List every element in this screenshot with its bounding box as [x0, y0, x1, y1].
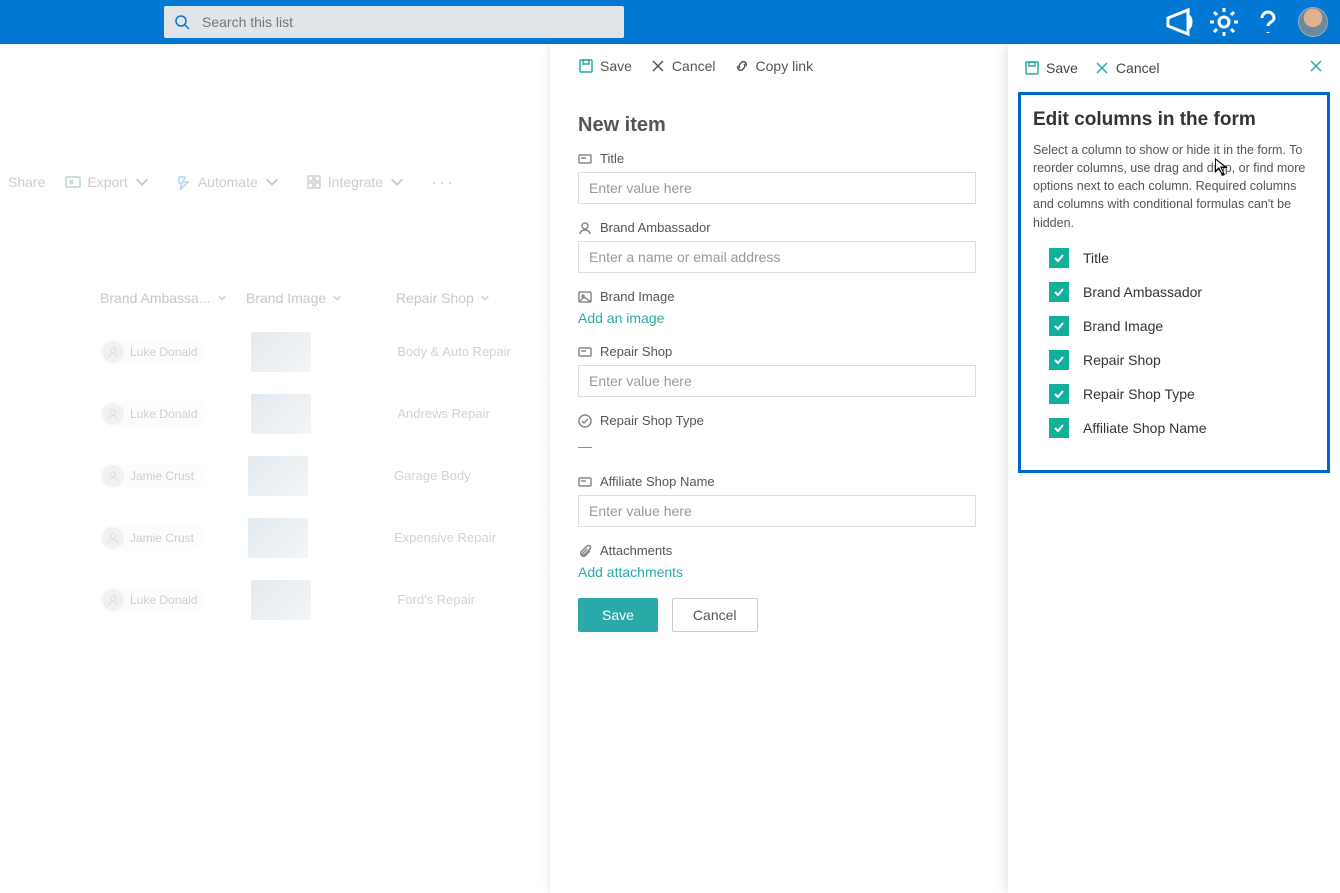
- repair-shop-cell: Body & Auto Repair: [397, 344, 510, 359]
- person-name: Luke Donald: [130, 345, 197, 359]
- share-button[interactable]: Share: [8, 174, 45, 190]
- field-label-brand-ambassador: Brand Ambassador: [578, 220, 976, 235]
- edit-columns-toolbar: Save Cancel: [1008, 44, 1340, 92]
- help-icon[interactable]: [1252, 6, 1284, 38]
- column-checkbox-item[interactable]: Brand Image: [1033, 316, 1315, 336]
- panel-save-button[interactable]: Save: [578, 58, 632, 74]
- field-label-repair-shop: Repair Shop: [578, 344, 976, 359]
- chevron-down-icon: [389, 174, 405, 190]
- col-header-repair-shop[interactable]: Repair Shop: [396, 290, 546, 306]
- repair-shop-cell: Andrews Repair: [397, 406, 490, 421]
- integrate-button[interactable]: Integrate: [306, 174, 411, 190]
- repair-shop-type-value[interactable]: —: [578, 434, 976, 458]
- field-label-brand-image: Brand Image: [578, 289, 976, 304]
- repair-shop-input[interactable]: [578, 365, 976, 397]
- column-name-label: Title: [1083, 250, 1109, 266]
- col-header-brand-ambassador[interactable]: Brand Ambassa...: [100, 290, 246, 306]
- column-checkbox-item[interactable]: Brand Ambassador: [1033, 282, 1315, 302]
- field-label-affiliate-shop-name: Affiliate Shop Name: [578, 474, 976, 489]
- field-label-title: Title: [578, 151, 976, 166]
- person-chip[interactable]: Luke Donald: [100, 401, 207, 427]
- repair-shop-cell: Ford's Repair: [397, 592, 475, 607]
- person-avatar-icon: [102, 341, 124, 363]
- col-header-brand-image[interactable]: Brand Image: [246, 290, 396, 306]
- column-name-label: Brand Ambassador: [1083, 284, 1202, 300]
- column-name-label: Affiliate Shop Name: [1083, 420, 1206, 436]
- brand-image-thumb: [248, 518, 308, 558]
- form-cancel-button[interactable]: Cancel: [672, 598, 758, 632]
- person-avatar-icon: [102, 527, 124, 549]
- person-name: Jamie Crust: [130, 531, 194, 545]
- column-name-label: Brand Image: [1083, 318, 1163, 334]
- panel-title: New item: [578, 114, 996, 137]
- search-box[interactable]: [164, 6, 624, 38]
- checkbox-checked-icon[interactable]: [1049, 384, 1069, 404]
- automate-button[interactable]: Automate: [176, 174, 286, 190]
- field-label-attachments: Attachments: [578, 543, 976, 558]
- repair-shop-cell: Expensive Repair: [394, 530, 496, 545]
- repair-shop-cell: Garage Body: [394, 468, 471, 483]
- checkbox-checked-icon[interactable]: [1049, 418, 1069, 438]
- person-avatar-icon: [102, 465, 124, 487]
- edit-columns-save-button[interactable]: Save: [1024, 60, 1078, 76]
- form-save-button[interactable]: Save: [578, 598, 658, 632]
- panel-toolbar: Save Cancel Copy link: [558, 44, 996, 88]
- checkbox-checked-icon[interactable]: [1049, 350, 1069, 370]
- person-chip[interactable]: Luke Donald: [100, 587, 207, 613]
- search-icon: [174, 14, 190, 30]
- title-input[interactable]: [578, 172, 976, 204]
- person-name: Luke Donald: [130, 593, 197, 607]
- gear-icon[interactable]: [1208, 6, 1240, 38]
- column-checkbox-item[interactable]: Title: [1033, 248, 1315, 268]
- person-chip[interactable]: Jamie Crust: [100, 525, 204, 551]
- panel-cancel-button[interactable]: Cancel: [650, 58, 716, 74]
- brand-image-thumb: [251, 580, 311, 620]
- column-checklist: Title Brand Ambassador Brand Image Repai…: [1033, 248, 1315, 438]
- column-checkbox-item[interactable]: Affiliate Shop Name: [1033, 418, 1315, 438]
- app-header: [0, 0, 1340, 44]
- brand-image-thumb: [251, 394, 311, 434]
- chevron-down-icon: [134, 174, 150, 190]
- form-actions: Save Cancel: [578, 598, 976, 632]
- brand-image-thumb: [248, 456, 308, 496]
- panel-copy-link-button[interactable]: Copy link: [734, 58, 814, 74]
- person-name: Jamie Crust: [130, 469, 194, 483]
- new-item-panel: Save Cancel Copy link New item Title Bra…: [550, 44, 1004, 893]
- add-image-link[interactable]: Add an image: [578, 310, 664, 326]
- checkbox-checked-icon[interactable]: [1049, 282, 1069, 302]
- export-button[interactable]: Export: [65, 174, 155, 190]
- edit-columns-description: Select a column to show or hide it in th…: [1033, 141, 1315, 232]
- megaphone-icon[interactable]: [1164, 6, 1196, 38]
- user-avatar[interactable]: [1298, 7, 1328, 37]
- edit-columns-cancel-button[interactable]: Cancel: [1094, 60, 1160, 76]
- person-avatar-icon: [102, 589, 124, 611]
- person-name: Luke Donald: [130, 407, 197, 421]
- person-avatar-icon: [102, 403, 124, 425]
- checkbox-checked-icon[interactable]: [1049, 316, 1069, 336]
- close-icon[interactable]: [1308, 58, 1324, 79]
- column-checkbox-item[interactable]: Repair Shop: [1033, 350, 1315, 370]
- edit-columns-title: Edit columns in the form: [1033, 109, 1315, 131]
- column-name-label: Repair Shop: [1083, 352, 1161, 368]
- column-name-label: Repair Shop Type: [1083, 386, 1195, 402]
- checkbox-checked-icon[interactable]: [1049, 248, 1069, 268]
- person-chip[interactable]: Jamie Crust: [100, 463, 204, 489]
- brand-image-thumb: [251, 332, 311, 372]
- edit-columns-box: Edit columns in the form Select a column…: [1018, 92, 1330, 473]
- person-chip[interactable]: Luke Donald: [100, 339, 207, 365]
- column-checkbox-item[interactable]: Repair Shop Type: [1033, 384, 1315, 404]
- affiliate-shop-name-input[interactable]: [578, 495, 976, 527]
- add-attachments-link[interactable]: Add attachments: [578, 564, 683, 580]
- chevron-down-icon: [264, 174, 280, 190]
- search-input[interactable]: [202, 14, 614, 30]
- edit-columns-panel: Save Cancel Edit columns in the form Sel…: [1008, 44, 1340, 893]
- brand-ambassador-input[interactable]: [578, 241, 976, 273]
- more-button[interactable]: ···: [431, 172, 455, 193]
- field-label-repair-shop-type: Repair Shop Type: [578, 413, 976, 428]
